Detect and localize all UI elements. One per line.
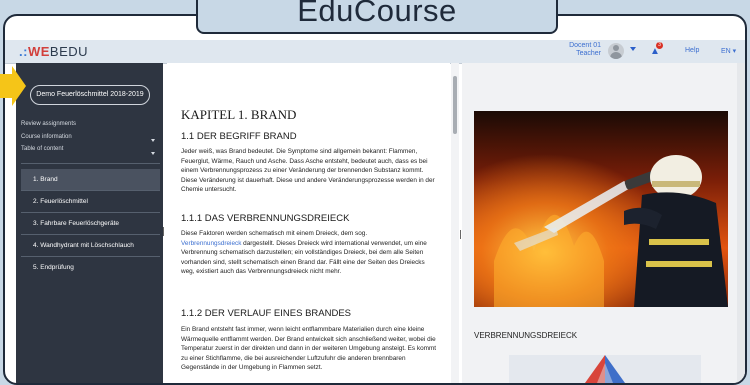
nav-item-brand[interactable]: 1. Brand (21, 169, 160, 191)
media-section-label: VERBRENNUNGSDREIECK (474, 331, 578, 340)
content-pane: KAPITEL 1. BRAND 1.1 DER BEGRIFF BRAND J… (167, 63, 450, 383)
verbrennungsdreieck-link[interactable]: Verbrennungsdreieck (181, 240, 241, 247)
section-text-verbrennungsdreieck: Diese Faktoren werden schematisch mit ei… (181, 229, 439, 277)
nav-item-endpruefung[interactable]: 5. Endprüfung (21, 257, 160, 279)
user-role: Teacher (576, 50, 601, 57)
app-title-banner: EduCourse (196, 0, 558, 34)
logo-rest: BEDU (49, 44, 89, 59)
text-before-link: Diese Faktoren werden schematisch mit ei… (181, 230, 368, 237)
logo-we: WE (27, 44, 50, 59)
course-select-button[interactable]: Demo Feuerlöschmittel 2018-2019 (30, 85, 150, 105)
table-of-content-link[interactable]: Table of content (21, 146, 63, 152)
logo-dots: .: (19, 44, 28, 59)
nav-divider (21, 163, 160, 164)
nav-item-wandhydrant[interactable]: 4. Wandhydrant mit Löschschlauch (21, 235, 160, 257)
firefighter-photo (474, 111, 728, 307)
section-text-verlauf-brandes: Ein Brand entsteht fast immer, wenn leic… (181, 326, 437, 372)
language-label: EN (721, 48, 731, 55)
sidebar: Demo Feuerlöschmittel 2018-2019 Review a… (16, 63, 163, 383)
help-link[interactable]: Help (685, 47, 699, 54)
media-scrollbar[interactable] (737, 63, 745, 383)
chapter-title: KAPITEL 1. BRAND (181, 107, 297, 122)
app-logo[interactable]: .:WEBEDU (19, 44, 88, 59)
language-select[interactable]: EN ▾ (721, 47, 736, 55)
app-frame: .:WEBEDU Docent 01 Teacher ▲ 3 Help EN ▾… (3, 14, 747, 385)
content-scrollbar-thumb[interactable] (453, 76, 457, 134)
pane-resize-handle[interactable] (460, 230, 461, 239)
course-information-chevron-down-icon[interactable] (151, 139, 155, 142)
sidebar-resize-handle[interactable] (163, 227, 164, 236)
top-bar: .:WEBEDU Docent 01 Teacher ▲ 3 Help EN ▾ (5, 40, 745, 64)
section-text-begriff-brand: Jeder weiß, was Brand bedeutet. Die Symp… (181, 148, 435, 194)
user-menu-chevron-down-icon[interactable] (630, 47, 636, 51)
arrow-pointer-icon (0, 66, 26, 106)
table-of-content-chevron-down-icon[interactable] (151, 152, 155, 155)
nav-item-fahrbare-feuerloeschgeraete[interactable]: 3. Fahrbare Feuerlöschgeräte (21, 213, 160, 235)
section-title-begriff-brand: 1.1 DER BEGRIFF BRAND (181, 131, 297, 142)
course-information-link[interactable]: Course information (21, 134, 72, 140)
combustion-triangle-diagram (509, 355, 701, 383)
section-title-verbrennungsdreieck: 1.1.1 DAS VERBRENNUNGSDREIECK (181, 213, 350, 224)
media-pane: VERBRENNUNGSDREIECK (462, 63, 745, 383)
notification-badge: 3 (656, 42, 663, 49)
nav-item-feuerloeschmittel[interactable]: 2. Feuerlöschmittel (21, 191, 160, 213)
section-title-verlauf-brandes: 1.1.2 DER VERLAUF EINES BRANDES (181, 308, 351, 319)
user-name[interactable]: Docent 01 (557, 41, 601, 50)
review-assignments-link[interactable]: Review assignments (21, 121, 76, 127)
avatar[interactable] (608, 43, 624, 59)
